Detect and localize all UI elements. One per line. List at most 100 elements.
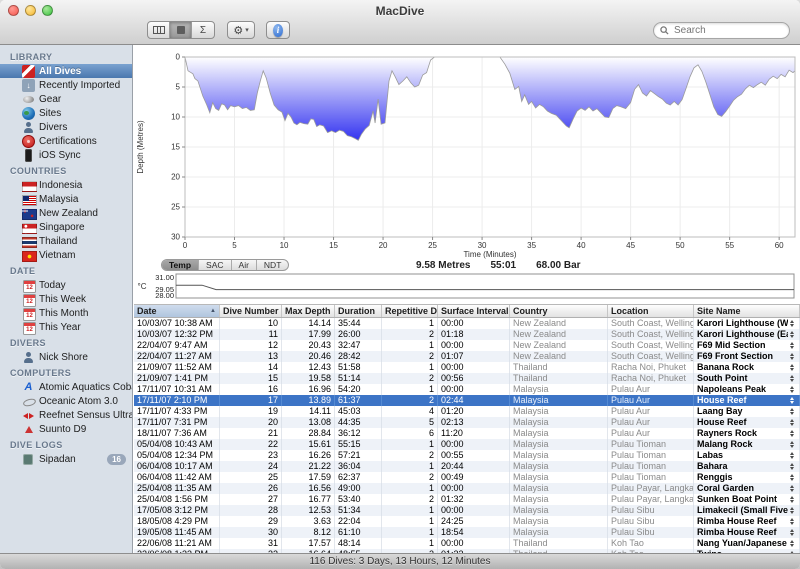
- row-stepper[interactable]: [788, 463, 796, 470]
- table-row[interactable]: 05/04/08 10:43 AM2215.6155:15100:00Malay…: [134, 439, 800, 450]
- row-stepper[interactable]: [788, 342, 796, 349]
- sidebar-item-label: Thailand: [39, 236, 77, 247]
- sidebar-item-divers[interactable]: Divers: [0, 120, 132, 134]
- sidebar-item-sites[interactable]: Sites: [0, 106, 132, 120]
- row-stepper[interactable]: [788, 419, 796, 426]
- column-header-location[interactable]: Location: [608, 305, 694, 317]
- table-row[interactable]: 17/05/08 3:12 PM2812.5351:34100:00Malays…: [134, 505, 800, 516]
- column-header-date[interactable]: Date▲: [134, 305, 220, 317]
- sidebar-item-thailand[interactable]: Thailand: [0, 234, 132, 248]
- row-stepper[interactable]: [788, 408, 796, 415]
- column-header-max-depth[interactable]: Max Depth: [282, 305, 335, 317]
- sidebar-item-this-month[interactable]: This Month: [0, 306, 132, 320]
- table-row[interactable]: 06/04/08 10:17 AM2421.2236:04120:44Malay…: [134, 461, 800, 472]
- sidebar-item-certifications[interactable]: Certifications: [0, 134, 132, 148]
- row-stepper[interactable]: [788, 529, 796, 536]
- table-row[interactable]: 05/04/08 12:34 PM2316.2657:21200:55Malay…: [134, 450, 800, 461]
- table-row[interactable]: 10/03/07 10:38 AM1014.1435:44100:00New Z…: [134, 318, 800, 329]
- row-stepper[interactable]: [788, 320, 796, 327]
- row-stepper[interactable]: [788, 496, 796, 503]
- column-header-dive-number[interactable]: Dive Number: [220, 305, 282, 317]
- table-row[interactable]: 25/04/08 11:35 AM2616.5649:00100:00Malay…: [134, 483, 800, 494]
- tab-sac[interactable]: SAC: [199, 260, 231, 270]
- table-row[interactable]: 21/09/07 11:52 AM1412.4351:58100:00Thail…: [134, 362, 800, 373]
- sidebar-item-singapore[interactable]: Singapore: [0, 220, 132, 234]
- tab-ndt[interactable]: NDT: [257, 260, 288, 270]
- info-button[interactable]: i: [266, 21, 290, 39]
- cell-location: Pulau Aur: [608, 406, 694, 417]
- cell-dive-number: 11: [220, 329, 282, 340]
- row-stepper[interactable]: [788, 485, 796, 492]
- view-thumbnails-segment[interactable]: [148, 22, 170, 38]
- sidebar-item-this-week[interactable]: This Week: [0, 292, 132, 306]
- table-row[interactable]: 06/04/08 11:42 AM2517.5962:37200:49Malay…: [134, 472, 800, 483]
- sidebar-item-malaysia[interactable]: Malaysia: [0, 192, 132, 206]
- table-row[interactable]: 17/11/07 4:33 PM1914.1145:03401:20Malays…: [134, 406, 800, 417]
- sidebar-item-oceanic-atom-3-0[interactable]: Oceanic Atom 3.0: [0, 394, 132, 408]
- column-header-surface-interval[interactable]: Surface Interval: [438, 305, 510, 317]
- table-row[interactable]: 22/04/07 9:47 AM1220.4332:47100:00New Ze…: [134, 340, 800, 351]
- table-row[interactable]: 25/04/08 1:56 PM2716.7753:40201:32Malays…: [134, 494, 800, 505]
- sidebar-item-today[interactable]: Today: [0, 278, 132, 292]
- tab-temp[interactable]: Temp: [162, 260, 199, 270]
- sidebar-item-reefnet-sensus-ultra[interactable]: Reefnet Sensus Ultra: [0, 408, 132, 422]
- table-row[interactable]: 19/05/08 11:45 AM308.1261:10118:54Malays…: [134, 527, 800, 538]
- sidebar-item-all-dives[interactable]: All Dives: [0, 64, 132, 78]
- sidebar-item-this-year[interactable]: This Year: [0, 320, 132, 334]
- table-row[interactable]: 22/04/07 11:27 AM1320.4628:42201:07New Z…: [134, 351, 800, 362]
- svg-text:45: 45: [626, 241, 635, 250]
- table-row[interactable]: 22/06/08 11:21 AM3117.5748:14100:00Thail…: [134, 538, 800, 549]
- cell-country: Malaysia: [510, 494, 608, 505]
- table-row[interactable]: 17/11/07 10:31 AM1616.9654:20100:00Malay…: [134, 384, 800, 395]
- sidebar-item-suunto-d9[interactable]: Suunto D9: [0, 422, 132, 436]
- cell-date: 06/04/08 10:17 AM: [134, 461, 220, 472]
- sidebar-item-label: Recently Imported: [39, 80, 120, 91]
- cell-duration: 61:10: [335, 527, 382, 538]
- row-stepper[interactable]: [788, 397, 796, 404]
- sidebar-item-nick-shore[interactable]: Nick Shore: [0, 350, 132, 364]
- table-row[interactable]: 18/05/08 4:29 PM293.6322:04124:25Malaysi…: [134, 516, 800, 527]
- cell-location: Pulau Sibu: [608, 505, 694, 516]
- column-header-country[interactable]: Country: [510, 305, 608, 317]
- cell-surface-interval: 00:00: [438, 538, 510, 549]
- column-header-duration[interactable]: Duration: [335, 305, 382, 317]
- row-stepper[interactable]: [788, 375, 796, 382]
- action-menu-button[interactable]: ⚙▾: [227, 21, 255, 39]
- column-header-repetitive-dive[interactable]: Repetitive Dive: [382, 305, 438, 317]
- row-stepper[interactable]: [788, 507, 796, 514]
- search-input[interactable]: [672, 24, 783, 37]
- sidebar-item-vietnam[interactable]: Vietnam: [0, 248, 132, 262]
- row-stepper[interactable]: [788, 353, 796, 360]
- dive-stats: 9.58 Metres 55:01 68.00 Bar: [416, 260, 581, 271]
- sidebar-item-new-zealand[interactable]: New Zealand: [0, 206, 132, 220]
- row-stepper[interactable]: [788, 474, 796, 481]
- row-stepper[interactable]: [788, 430, 796, 437]
- column-header-site-name[interactable]: Site Name: [694, 305, 800, 317]
- sidebar-item-indonesia[interactable]: Indonesia: [0, 178, 132, 192]
- table-row[interactable]: 17/11/07 2:10 PM1713.8961:37202:44Malays…: [134, 395, 800, 406]
- sidebar-item-atomic-aquatics-cobalt[interactable]: Atomic Aquatics Cobalt: [0, 380, 132, 394]
- row-stepper[interactable]: [788, 364, 796, 371]
- row-stepper[interactable]: [788, 540, 796, 547]
- table-row[interactable]: 18/11/07 7:36 AM2128.8436:12611:20Malays…: [134, 428, 800, 439]
- cell-location: Racha Noi, Phuket: [608, 373, 694, 384]
- tab-air[interactable]: Air: [232, 260, 257, 270]
- view-stats-segment[interactable]: Σ: [192, 22, 214, 38]
- table-row[interactable]: 10/03/07 12:32 PM1117.9926:00201:18New Z…: [134, 329, 800, 340]
- search-field[interactable]: [653, 22, 790, 39]
- cell-duration: 51:58: [335, 362, 382, 373]
- row-stepper[interactable]: [788, 386, 796, 393]
- table-row[interactable]: 21/09/07 1:41 PM1519.5851:14200:56Thaila…: [134, 373, 800, 384]
- cell-location: Pulau Sibu: [608, 527, 694, 538]
- row-stepper[interactable]: [788, 441, 796, 448]
- row-stepper[interactable]: [788, 331, 796, 338]
- view-list-segment[interactable]: [170, 22, 192, 38]
- sidebar-item-label: Vietnam: [39, 250, 76, 261]
- row-stepper[interactable]: [788, 452, 796, 459]
- sidebar-item-sipadan[interactable]: Sipadan16: [0, 452, 132, 466]
- sidebar-item-recently-imported[interactable]: Recently Imported: [0, 78, 132, 92]
- sidebar-item-ios-sync[interactable]: iOS Sync: [0, 148, 132, 162]
- row-stepper[interactable]: [788, 518, 796, 525]
- table-row[interactable]: 17/11/07 7:31 PM2013.0844:35502:13Malays…: [134, 417, 800, 428]
- sidebar-item-gear[interactable]: Gear: [0, 92, 132, 106]
